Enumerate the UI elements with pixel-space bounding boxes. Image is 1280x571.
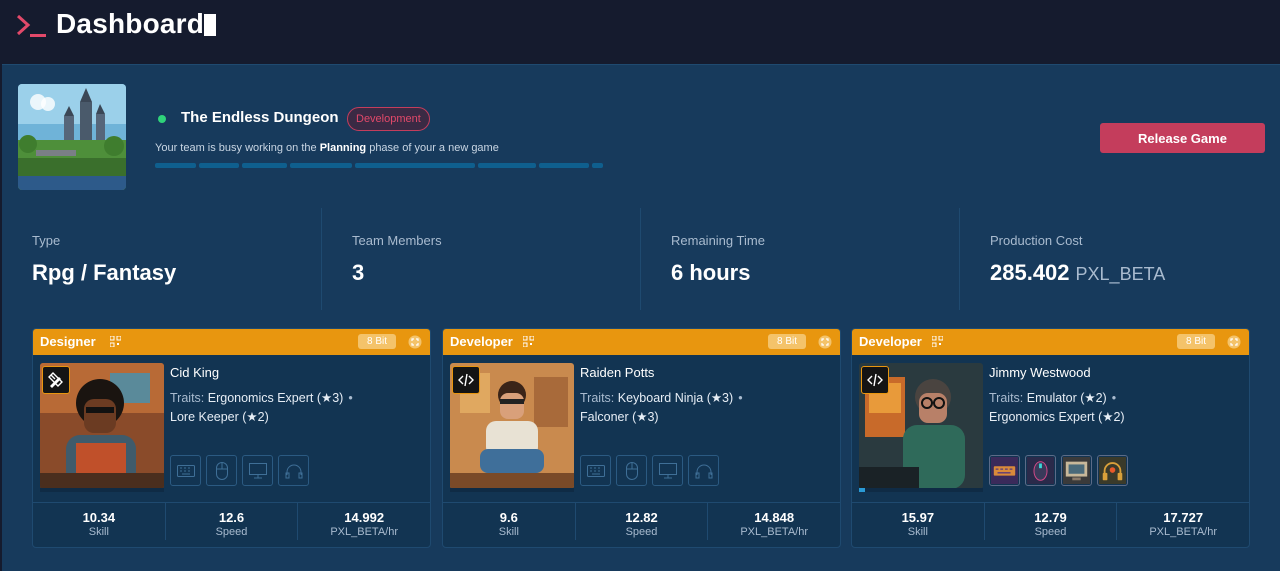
equipment-slots <box>170 455 309 486</box>
terminal-prompt-icon <box>16 14 46 37</box>
keyboard-icon[interactable] <box>170 455 201 486</box>
member-stats: 15.97 Skill 12.79 Speed 17.727 PXL_BETA/hr <box>852 502 1249 540</box>
rate-stat: 14.992 PXL_BETA/hr <box>297 503 430 540</box>
member-stats: 10.34 Skill 12.6 Speed 14.992 PXL_BETA/hr <box>33 502 430 540</box>
rate-stat: 14.848 PXL_BETA/hr <box>707 503 840 540</box>
trait: Emulator (★2) <box>1026 391 1107 405</box>
team-member-card[interactable]: Developer 8 Bit Raiden Potts Traits: Key… <box>442 328 841 548</box>
qr-code-icon[interactable] <box>523 336 534 347</box>
headphones-icon[interactable] <box>1097 455 1128 486</box>
member-traits: Traits: Ergonomics Expert (★3) • Lore Keep… <box>170 391 353 424</box>
qr-code-icon[interactable] <box>110 336 121 347</box>
status-indicator <box>158 115 166 123</box>
equipment-slots <box>989 455 1128 486</box>
trait: Falconer (★3) <box>580 410 659 424</box>
trait: Keyboard Ninja (★3) <box>617 391 734 405</box>
headphones-icon[interactable] <box>278 455 309 486</box>
progress-segment <box>155 163 196 168</box>
monitor-icon[interactable] <box>1061 455 1092 486</box>
stat-production-cost: Production Cost 285.402 PXL_BETA <box>959 208 1278 310</box>
member-role: Designer <box>40 334 96 349</box>
monitor-icon[interactable] <box>242 455 273 486</box>
progress-segment <box>199 163 239 168</box>
member-stats: 9.6 Skill 12.82 Speed 14.848 PXL_BETA/hr <box>443 502 840 540</box>
top-bar: Dashboard <box>0 0 1280 64</box>
bit-badge: 8 Bit <box>767 334 806 349</box>
pencil-ruler-icon <box>42 366 70 394</box>
cursor-block <box>204 14 216 36</box>
progress-segment <box>539 163 589 168</box>
game-name: The Endless Dungeon <box>181 109 339 126</box>
trait: Lore Keeper (★2) <box>170 410 269 424</box>
skill-stat: 10.34 Skill <box>82 510 116 538</box>
phase-badge: Development <box>347 107 430 131</box>
stat-remaining-time: Remaining Time 6 hours <box>640 208 959 310</box>
card-header: Designer 8 Bit <box>33 329 430 355</box>
code-icon <box>452 366 480 394</box>
stat-team-members: Team Members 3 <box>321 208 640 310</box>
card-header: Developer 8 Bit <box>852 329 1249 355</box>
progress-segment <box>355 163 475 168</box>
team-member-card[interactable]: Designer 8 Bit Cid King Traits: Ergonomi… <box>32 328 431 548</box>
progress-segment <box>478 163 536 168</box>
expand-icon[interactable] <box>408 335 422 349</box>
availability-bar <box>450 488 574 492</box>
progress-segment <box>290 163 352 168</box>
progress-segment <box>592 163 603 168</box>
current-phase: Planning <box>319 142 367 154</box>
page-title: Dashboard <box>56 8 205 39</box>
status-message: Your team is busy working on the Plannin… <box>155 142 499 154</box>
expand-icon[interactable] <box>1227 335 1241 349</box>
headphones-icon[interactable] <box>688 455 719 486</box>
stat-type: Type Rpg / Fantasy <box>32 233 177 285</box>
trait: Ergonomics Expert (★3) <box>207 391 344 405</box>
bit-badge: 8 Bit <box>357 334 396 349</box>
skill-stat: 15.97 Skill <box>901 510 935 538</box>
card-header: Developer 8 Bit <box>443 329 840 355</box>
monitor-icon[interactable] <box>652 455 683 486</box>
progress-segment <box>242 163 287 168</box>
speed-stat: 12.6 Speed <box>164 503 298 540</box>
speed-stat: 12.82 Speed <box>574 503 708 540</box>
keyboard-icon[interactable] <box>580 455 611 486</box>
game-thumbnail <box>18 84 126 190</box>
equipment-slots <box>580 455 719 486</box>
member-role: Developer <box>859 334 922 349</box>
member-traits: Traits: Emulator (★2) • Ergonomics Expert … <box>989 391 1125 424</box>
mouse-icon[interactable] <box>616 455 647 486</box>
qr-code-icon[interactable] <box>932 336 943 347</box>
member-name: Cid King <box>170 365 220 380</box>
expand-icon[interactable] <box>818 335 832 349</box>
member-traits: Traits: Keyboard Ninja (★3) • Falconer (★3… <box>580 391 743 424</box>
code-icon <box>861 366 889 394</box>
member-role: Developer <box>450 334 513 349</box>
speed-stat: 12.79 Speed <box>983 503 1117 540</box>
member-name: Jimmy Westwood <box>989 365 1091 380</box>
mouse-icon[interactable] <box>206 455 237 486</box>
skill-stat: 9.6 Skill <box>498 510 519 538</box>
release-game-button[interactable]: Release Game <box>1100 123 1265 153</box>
member-name: Raiden Potts <box>580 365 655 380</box>
trait: Ergonomics Expert (★2) <box>989 410 1125 424</box>
game-overview-panel: The Endless Dungeon Development Your tea… <box>2 64 1280 571</box>
mouse-icon[interactable] <box>1025 455 1056 486</box>
phase-progress-bar <box>155 163 603 168</box>
rate-stat: 17.727 PXL_BETA/hr <box>1116 503 1249 540</box>
availability-bar <box>40 488 164 492</box>
availability-bar <box>859 488 983 492</box>
keyboard-icon[interactable] <box>989 455 1020 486</box>
bit-badge: 8 Bit <box>1176 334 1215 349</box>
team-member-card[interactable]: Developer 8 Bit Jimmy Westwood Traits: E… <box>851 328 1250 548</box>
